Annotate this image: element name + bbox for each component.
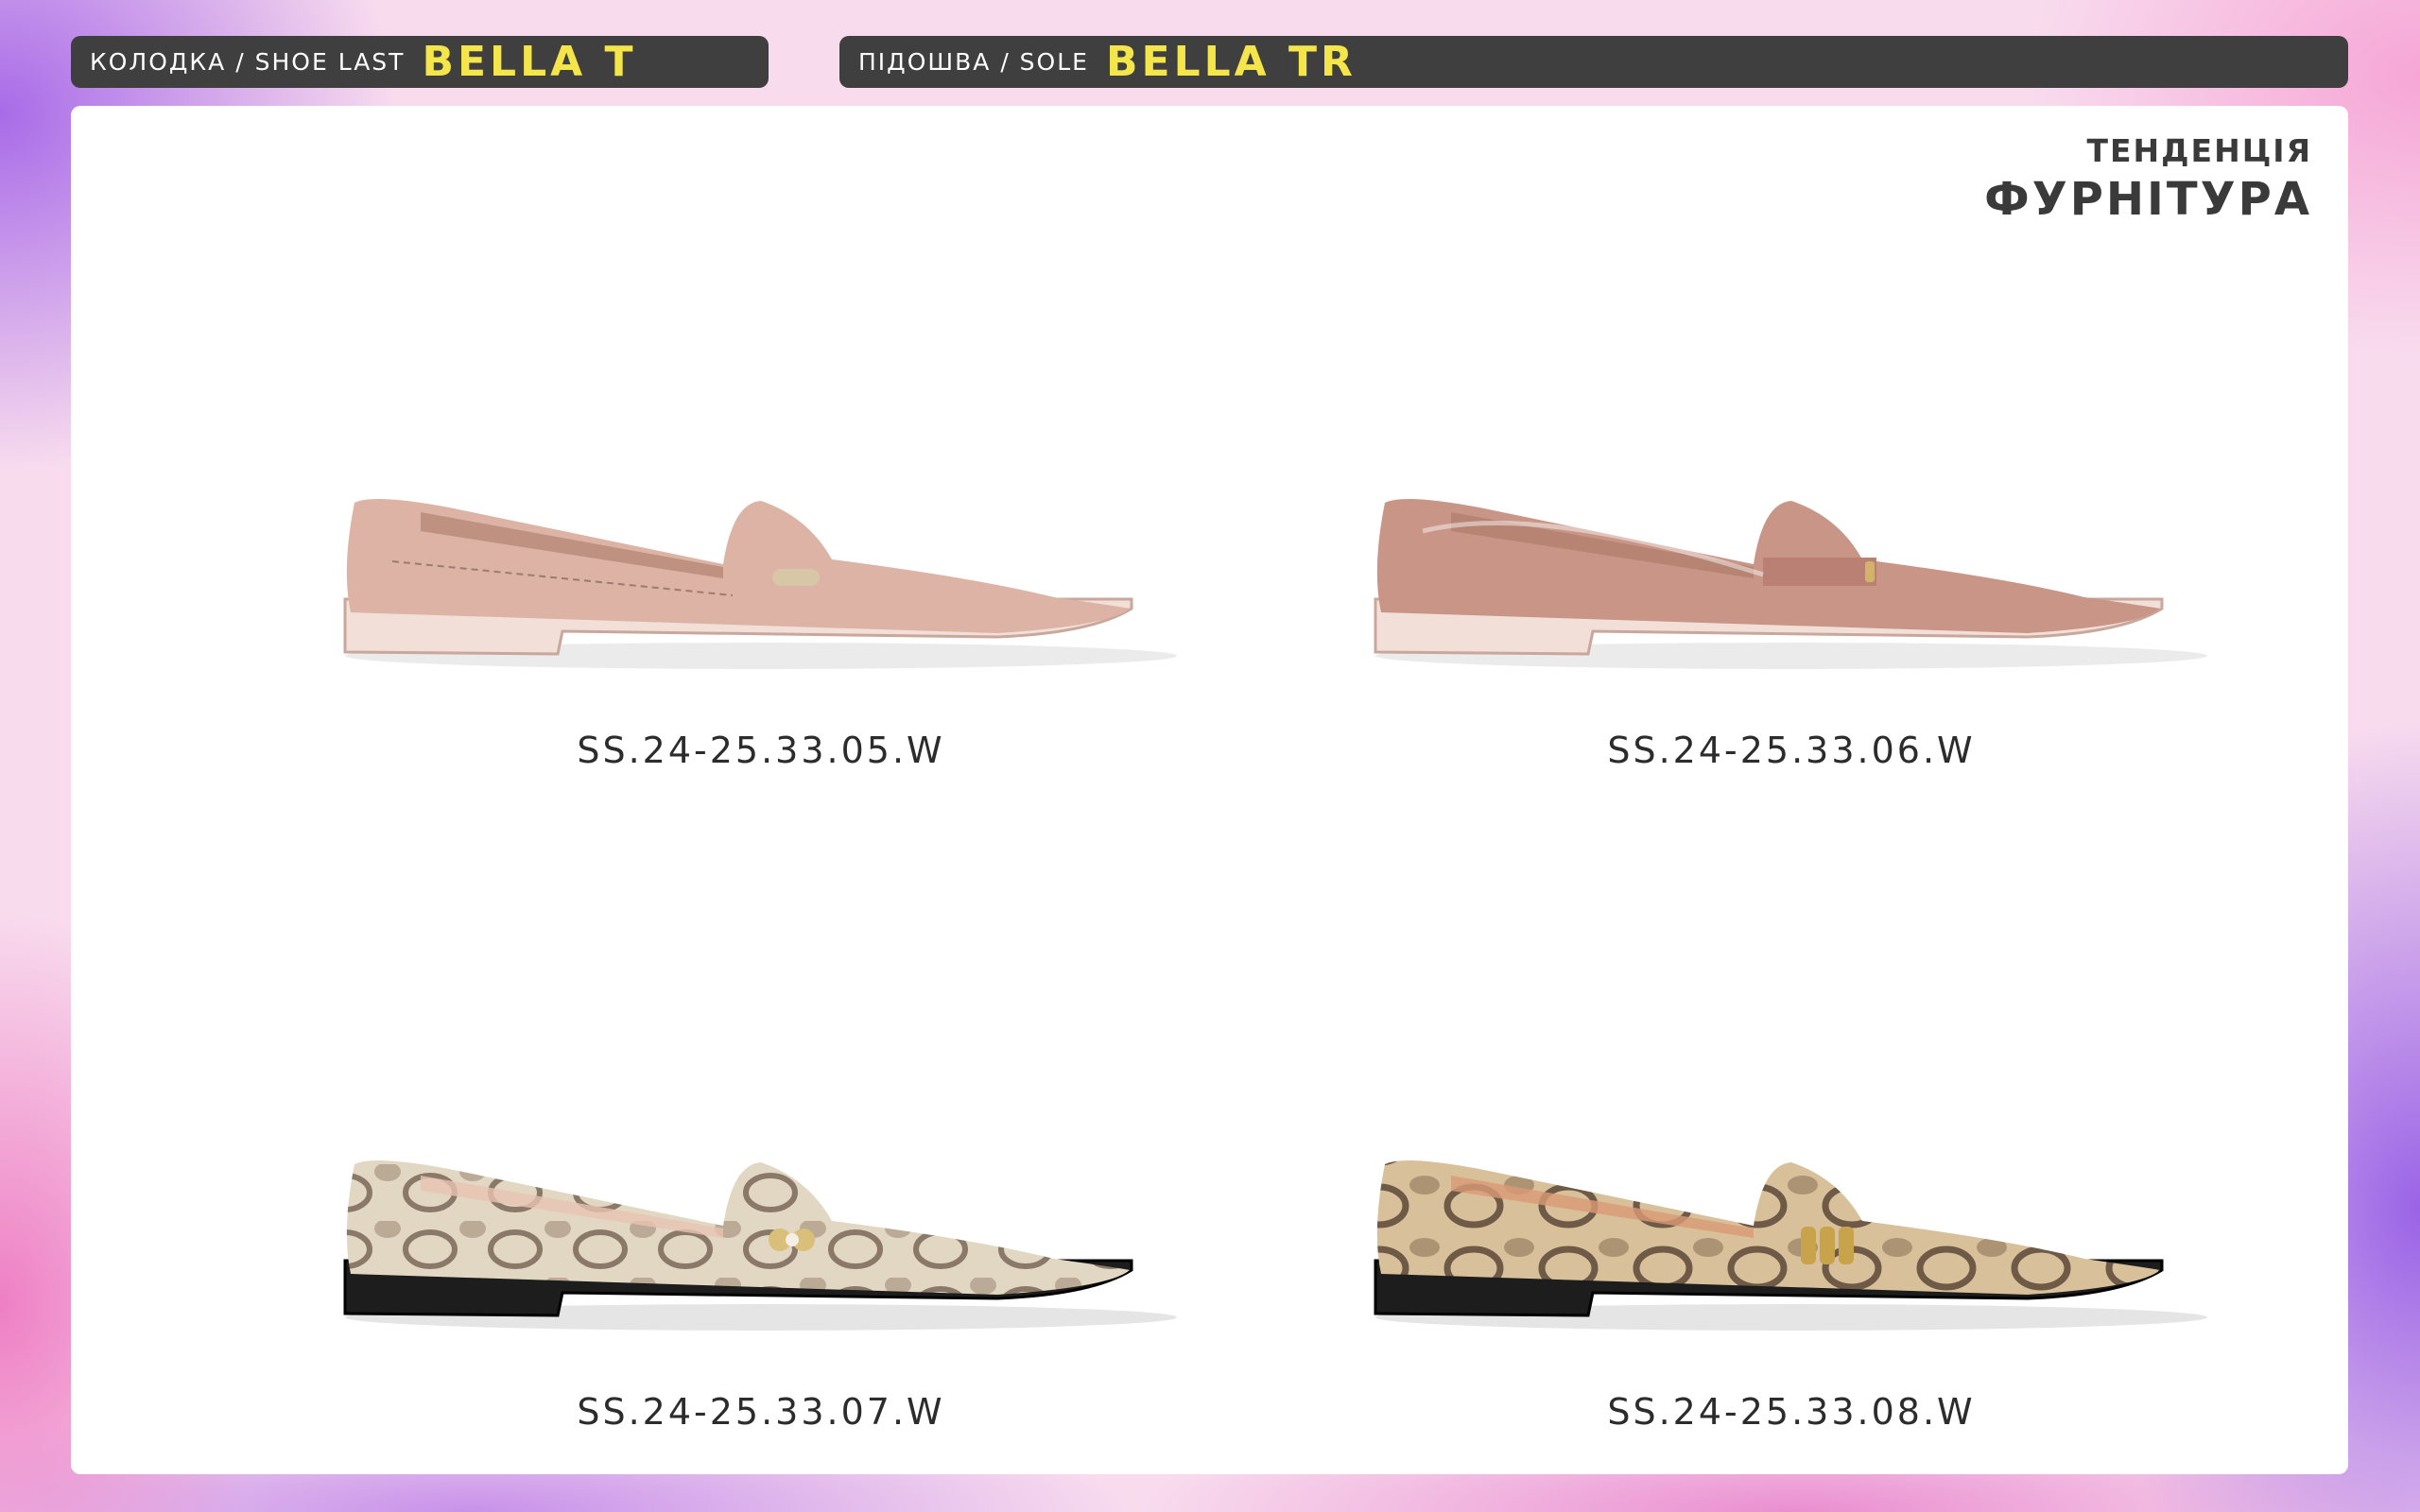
sole-bar: ПІДОШВА / SOLE BELLA TR	[839, 36, 2348, 88]
loafer-image-2	[1374, 499, 2207, 669]
product-card: ТЕНДЕНЦІЯ ФУРНІТУРА SS.24-25.33.05.W SS.…	[71, 106, 2348, 1474]
loafer-image-4	[1374, 1160, 2207, 1331]
shoe-last-label: КОЛОДКА / SHOE LAST	[90, 48, 406, 76]
shoe-last-value: BELLA T	[422, 38, 637, 86]
sole-value: BELLA TR	[1105, 38, 1357, 86]
trend-label: ТЕНДЕНЦІЯ	[2086, 132, 2312, 169]
product-code-3: SS.24-25.33.07.W	[577, 1391, 945, 1433]
product-code-2: SS.24-25.33.06.W	[1607, 730, 1976, 771]
loafer-image-3	[343, 1160, 1177, 1331]
loafer-image-1	[343, 499, 1177, 669]
product-4[interactable]: SS.24-25.33.08.W	[1347, 1051, 2236, 1448]
trend-block: ТЕНДЕНЦІЯ ФУРНІТУРА	[1984, 132, 2312, 226]
product-3[interactable]: SS.24-25.33.07.W	[317, 1051, 1205, 1448]
shoe-last-bar: КОЛОДКА / SHOE LAST BELLA T	[71, 36, 769, 88]
product-code-1: SS.24-25.33.05.W	[577, 730, 945, 771]
product-code-4: SS.24-25.33.08.W	[1607, 1391, 1976, 1433]
sole-label: ПІДОШВА / SOLE	[858, 48, 1089, 76]
product-2[interactable]: SS.24-25.33.06.W	[1347, 389, 2236, 786]
product-1[interactable]: SS.24-25.33.05.W	[317, 389, 1205, 786]
trend-value: ФУРНІТУРА	[1984, 173, 2312, 226]
